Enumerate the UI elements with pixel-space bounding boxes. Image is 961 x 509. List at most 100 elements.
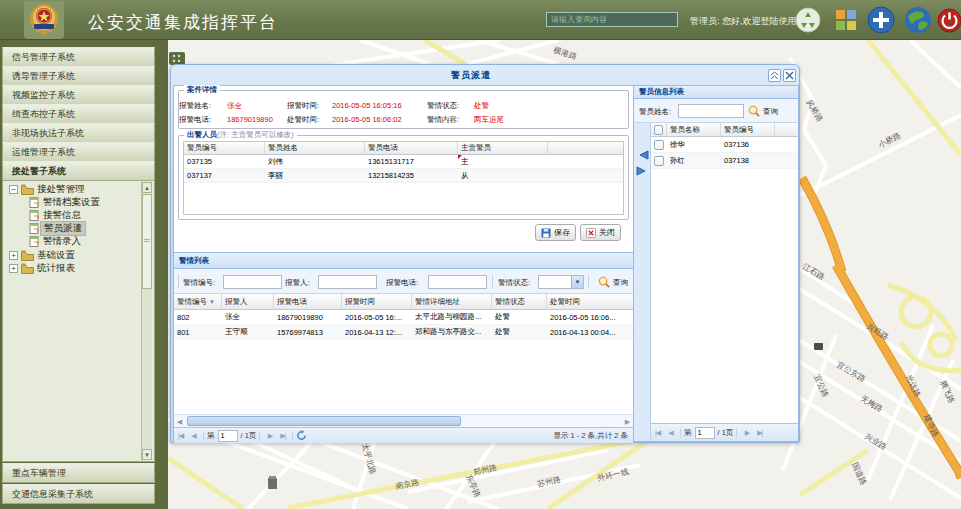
last-page-icon[interactable]: ▶|	[276, 432, 289, 440]
status-select[interactable]: ▼	[538, 275, 584, 289]
search-button[interactable]: 查询	[613, 278, 628, 288]
sidebar-item-signal[interactable]: 信号管理子系统	[2, 47, 155, 67]
last-page-icon[interactable]: ▶|	[753, 429, 766, 437]
officer-row[interactable]: 徐华 037136	[651, 137, 798, 153]
building-icon	[268, 476, 277, 489]
sidebar-item-traffic-info[interactable]: 交通信息采集子系统	[2, 484, 155, 504]
alert-id-input[interactable]	[223, 275, 282, 289]
tree-node-report[interactable]: + 统计报表	[7, 262, 78, 274]
scroll-thumb[interactable]	[142, 194, 152, 289]
column-header[interactable]: 处警时间	[547, 294, 632, 309]
page-icon	[29, 236, 40, 247]
apps-grid-icon[interactable]	[831, 5, 861, 35]
phone-input[interactable]	[428, 275, 487, 289]
row-checkbox[interactable]	[654, 156, 664, 166]
next-page-icon[interactable]: ▶	[740, 429, 753, 437]
tree-node-receive[interactable]: 接警信息	[29, 209, 84, 221]
officer-name-label: 警员姓名:	[639, 107, 671, 117]
scroll-right-button[interactable]: ▶	[622, 416, 633, 427]
prev-page-icon[interactable]: ◀	[187, 432, 200, 440]
caller-label: 报警人:	[285, 278, 310, 288]
prev-page-icon[interactable]: ◀	[664, 429, 677, 437]
sidebar-item-guidance[interactable]: 诱导管理子系统	[2, 66, 155, 86]
alert-row[interactable]: 801 王守顺 15769974813 2016-04-13 12:... 郑和…	[174, 325, 633, 340]
dispatch-tree: − 接处警管理 警情档案设置 接警信息 警员派遣 警情录入 +	[2, 180, 155, 462]
search-icon	[598, 276, 610, 288]
column-header[interactable]: 警员电话	[365, 142, 458, 154]
power-icon[interactable]	[934, 5, 961, 35]
sidebar-item-ops[interactable]: 运维管理子系统	[2, 142, 155, 162]
sidebar-item-dispatch[interactable]: 接处警子系统	[2, 161, 155, 181]
tree-node-dispatch[interactable]: 警员派遣	[29, 222, 86, 234]
folder-icon	[21, 184, 34, 195]
dispatch-personnel-fieldset: 出警人员(注: 主责警员可以修改) 警员编号 警员姓名 警员电话 主责警员 03…	[178, 135, 629, 220]
scroll-up-button[interactable]: ▲	[142, 182, 152, 193]
next-page-icon[interactable]: ▶	[263, 432, 276, 440]
app: 横港路 风桥路 小桥路 江石路 兴旺路 宜公东路 宜公路 光达路 无梅路 腾飞路…	[0, 0, 961, 509]
move-left-icon[interactable]	[636, 149, 649, 161]
close-window-icon[interactable]	[783, 69, 796, 82]
save-button[interactable]: 保存	[535, 224, 576, 241]
column-header[interactable]: 警员编号	[184, 142, 265, 154]
column-header[interactable]: 报警电话	[274, 294, 342, 309]
column-header[interactable]: 警情详细地址	[412, 294, 492, 309]
page-icon	[29, 197, 40, 208]
column-header[interactable]: 警员编号	[721, 123, 775, 136]
transfer-strip	[634, 123, 651, 441]
sidebar-item-key-vehicle[interactable]: 重点车辆管理	[2, 463, 155, 483]
column-header[interactable]: 警情状态	[492, 294, 547, 309]
column-header[interactable]: 警员名称	[667, 123, 721, 136]
report-time-label: 报警时间:	[287, 101, 319, 111]
tree-node-manage[interactable]: − 接处警管理	[7, 183, 88, 195]
select-all-checkbox[interactable]	[654, 125, 663, 135]
tree-node-basic[interactable]: + 基础设置	[7, 249, 78, 261]
refresh-icon[interactable]	[296, 430, 307, 441]
tree-node-archive[interactable]: 警情档案设置	[29, 196, 103, 208]
tree-node-entry[interactable]: 警情录入	[29, 235, 84, 247]
dispatch-row[interactable]: 037137 李丽 13215814235 从	[184, 169, 623, 183]
search-icon	[748, 105, 760, 117]
alert-row[interactable]: 802 张全 18679019890 2016-05-05 16:... 太平北…	[174, 310, 633, 325]
expand-icon[interactable]: +	[9, 264, 18, 273]
recycle-icon[interactable]	[793, 5, 823, 35]
column-header[interactable]: 警员姓名	[265, 142, 365, 154]
expand-icon[interactable]: +	[9, 251, 18, 260]
tree-scrollbar[interactable]: ▲ ▼	[141, 182, 152, 460]
scroll-thumb[interactable]	[187, 416, 461, 426]
column-header-sorted[interactable]: 警情编号 ▼	[174, 294, 222, 309]
scroll-left-button[interactable]: ◀	[174, 416, 185, 427]
first-page-icon[interactable]: |◀	[651, 429, 664, 437]
caller-input[interactable]	[318, 275, 377, 289]
close-button[interactable]: 关闭	[580, 224, 621, 241]
admin-welcome-text: 管理员: 您好,欢迎登陆使用	[690, 15, 797, 28]
sidebar-item-patrol[interactable]: 缉查布控子系统	[2, 104, 155, 124]
alert-content-label: 警情内容:	[427, 115, 459, 125]
officer-name-input[interactable]	[678, 104, 744, 118]
horizontal-scrollbar[interactable]: ◀ ▶	[174, 414, 633, 427]
officer-list-title: 警员信息列表	[634, 86, 798, 99]
first-page-icon[interactable]: |◀	[174, 432, 187, 440]
row-checkbox[interactable]	[654, 140, 664, 150]
sidebar-item-offsite[interactable]: 非现场执法子系统	[2, 123, 155, 143]
collapse-window-icon[interactable]	[768, 69, 781, 82]
scroll-down-button[interactable]: ▼	[142, 449, 152, 460]
column-header[interactable]: 报警时间	[342, 294, 412, 309]
move-right-icon[interactable]	[636, 165, 649, 177]
chevron-down-icon[interactable]: ▼	[571, 276, 583, 288]
page-number-input[interactable]	[218, 430, 238, 442]
case-panel: 案件详情 报警姓名: 张全 报警时间: 2016-05-05 16:05:16 …	[174, 86, 634, 441]
sidebar-item-video[interactable]: 视频监控子系统	[2, 85, 155, 105]
add-icon[interactable]	[866, 5, 896, 35]
globe-icon[interactable]	[903, 5, 933, 35]
folder-icon	[21, 250, 34, 261]
officer-search-button[interactable]: 查询	[763, 107, 778, 117]
officer-row[interactable]: 孙红 037138	[651, 153, 798, 169]
column-header[interactable]: 主责警员	[458, 142, 548, 154]
collapse-icon[interactable]: −	[9, 185, 18, 194]
record-count-text: 显示 1 - 2 条,共计 2 条	[553, 431, 633, 441]
header-search-input[interactable]	[546, 12, 678, 27]
column-header[interactable]: 报警人	[222, 294, 274, 309]
dispatch-row[interactable]: 037135 刘伟 13615131717 主	[184, 155, 623, 169]
page-number-input[interactable]	[695, 427, 715, 439]
window-title: 警员派遣	[171, 65, 799, 85]
